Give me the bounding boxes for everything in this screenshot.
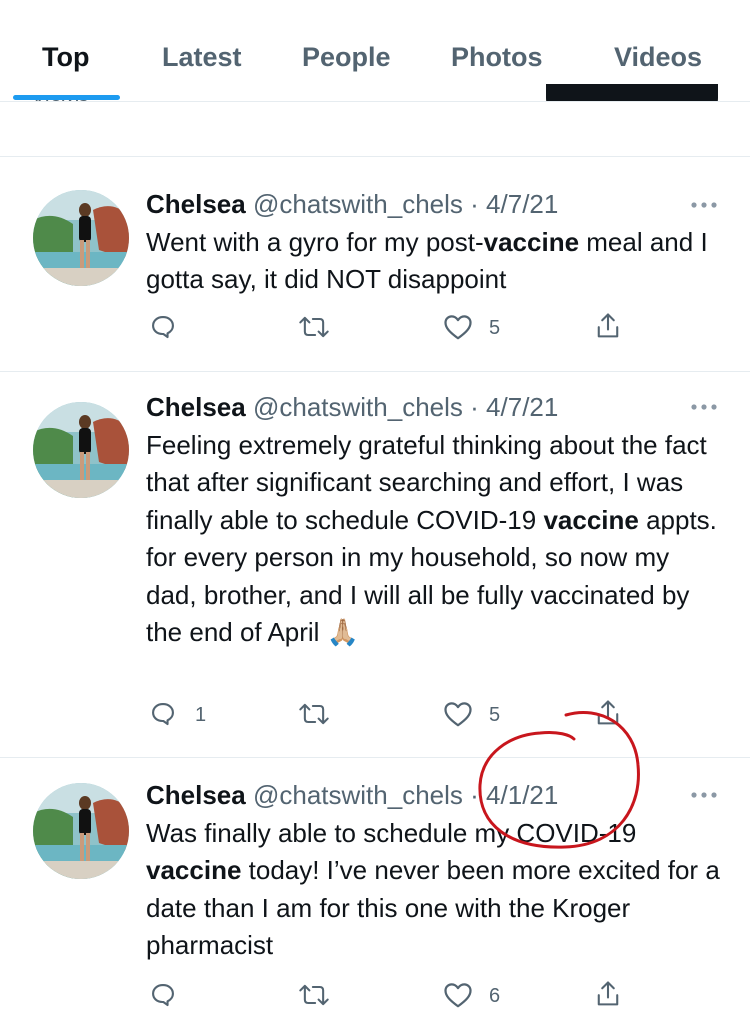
highlighted-term: vaccine [543,504,639,535]
like-count: 5 [489,317,501,339]
tweet-header: Chelsea @chatswith_chels · 4/1/21 [146,780,558,811]
tweet-actions: 1 5 [0,696,750,736]
tweet-actions: 6 [0,977,750,1017]
tweet[interactable]: Chelsea @chatswith_chels · 4/7/21 Went w… [0,157,750,371]
more-icon[interactable] [690,403,718,411]
search-tabs: Top Latest People Photos Videos News [0,0,750,102]
more-icon[interactable] [690,791,718,799]
share-icon[interactable] [594,698,622,728]
user-handle[interactable]: @chatswith_chels [253,189,463,219]
tweet-header: Chelsea @chatswith_chels · 4/7/21 [146,189,558,220]
display-name[interactable]: Chelsea [146,392,246,422]
more-icon[interactable] [690,201,718,209]
reply-icon[interactable] [149,700,177,728]
tab-videos[interactable]: Videos [614,42,702,73]
active-tab-indicator [13,95,120,100]
display-name[interactable]: Chelsea [146,780,246,810]
retweet-icon[interactable] [298,313,330,341]
tweet-date[interactable]: 4/7/21 [486,392,558,422]
avatar[interactable] [33,783,129,879]
tweet-date[interactable]: 4/7/21 [486,189,558,219]
retweet-icon[interactable] [298,981,330,1009]
highlighted-term: vaccine [146,855,242,886]
avatar-photo [33,402,129,498]
tweet-text: Was finally able to schedule my COVID-19… [146,815,726,965]
tweet-text: Went with a gyro for my post-vaccine mea… [146,224,726,299]
reply-icon[interactable] [149,981,177,1009]
like-count: 5 [489,704,501,726]
user-handle[interactable]: @chatswith_chels [253,392,463,422]
tweet[interactable]: Chelsea @chatswith_chels · 4/1/21 Was fi… [0,758,750,1035]
share-icon[interactable] [594,979,622,1009]
tweet-header: Chelsea @chatswith_chels · 4/7/21 [146,392,558,423]
highlighted-term: vaccine [483,227,580,257]
tab-photos[interactable]: Photos [451,42,543,73]
avatar[interactable] [33,190,129,286]
user-handle[interactable]: @chatswith_chels [253,780,463,810]
tweet-date[interactable]: 4/1/21 [486,780,558,810]
separator: · [470,189,479,219]
like-count: 6 [489,985,501,1007]
heart-icon[interactable] [443,313,473,341]
tab-people[interactable]: People [302,42,391,73]
tab-latest[interactable]: Latest [162,42,242,73]
retweet-icon[interactable] [298,700,330,728]
avatar-photo [33,190,129,286]
tweet[interactable]: Chelsea @chatswith_chels · 4/7/21 Feelin… [0,372,750,757]
reply-icon[interactable] [149,313,177,341]
reply-count: 1 [195,704,207,726]
separator: · [470,392,479,422]
heart-icon[interactable] [443,700,473,728]
tweet-text: Feeling extremely grateful thinking abou… [146,427,726,651]
share-icon[interactable] [594,311,622,341]
avatar-photo [33,783,129,879]
tweet-actions: 5 [0,309,750,349]
display-name[interactable]: Chelsea [146,189,246,219]
heart-icon[interactable] [443,981,473,1009]
separator: · [470,780,479,810]
follow-button[interactable] [546,84,718,101]
tweet-text-part: Was finally able to schedule my COVID-19 [146,818,637,848]
tweet-text-part: Went with a gyro for my post- [146,227,484,257]
avatar[interactable] [33,402,129,498]
tab-top[interactable]: Top [42,42,89,73]
